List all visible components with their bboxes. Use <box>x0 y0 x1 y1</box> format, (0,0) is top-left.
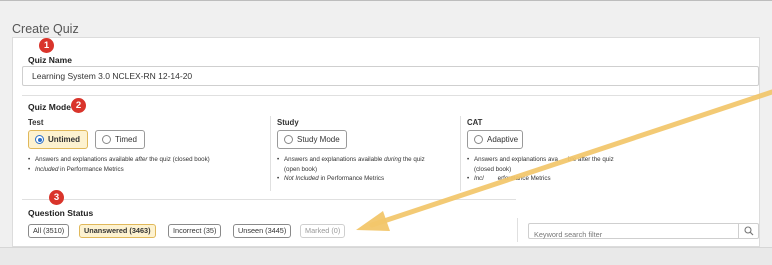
untimed-option[interactable]: Untimed <box>28 130 88 149</box>
timed-option[interactable]: Timed <box>95 130 145 149</box>
filter-all-button[interactable]: All (3510) <box>28 224 70 238</box>
test-mode-notes: Answers and explanations available after… <box>28 155 258 174</box>
list-item: Answers and explanations available after… <box>28 155 258 165</box>
filter-unanswered-button[interactable]: Unanswered (3463) <box>79 224 156 238</box>
radio-icon <box>102 135 111 144</box>
test-column-title: Test <box>28 118 44 127</box>
quiz-mode-label: Quiz Mode <box>28 102 71 112</box>
untimed-option-label: Untimed <box>48 135 80 144</box>
filter-incorrect-button[interactable]: Incorrect (35) <box>168 224 222 238</box>
study-mode-option-label: Study Mode <box>297 135 340 144</box>
study-mode-notes: Answers and explanations available durin… <box>277 155 457 184</box>
step-badge-1: 1 <box>39 38 54 53</box>
radio-selected-icon <box>35 135 44 144</box>
radio-icon <box>474 135 483 144</box>
keyword-search-input[interactable] <box>529 227 734 242</box>
cat-column-title: CAT <box>467 118 483 127</box>
list-item: Inclerformance Metrics <box>467 174 667 184</box>
bottom-panel <box>0 247 772 265</box>
list-item: Answers and explanations avable after th… <box>467 155 667 174</box>
quiz-name-input[interactable]: Learning System 3.0 NCLEX-RN 12-14-20 <box>22 66 759 86</box>
study-mode-option[interactable]: Study Mode <box>277 130 347 149</box>
column-divider <box>460 116 461 191</box>
radio-icon <box>284 135 293 144</box>
step-badge-2: 2 <box>71 98 86 113</box>
column-divider <box>517 218 518 242</box>
step-badge-3: 3 <box>49 190 64 205</box>
filter-unseen-button[interactable]: Unseen (3445) <box>233 224 292 238</box>
list-item: Included in Performance Metrics <box>28 165 258 175</box>
column-divider <box>270 116 271 191</box>
timed-option-label: Timed <box>115 135 137 144</box>
divider <box>22 95 759 96</box>
cat-mode-notes: Answers and explanations avable after th… <box>467 155 667 184</box>
list-item: Answers and explanations available durin… <box>277 155 457 174</box>
adaptive-option[interactable]: Adaptive <box>467 130 523 149</box>
question-status-label: Question Status <box>28 208 94 218</box>
study-column-title: Study <box>277 118 299 127</box>
filter-marked-button[interactable]: Marked (0) <box>300 224 346 238</box>
magnifier-icon <box>743 226 753 236</box>
divider <box>22 199 516 200</box>
page-title: Create Quiz <box>12 22 79 36</box>
quiz-name-label: Quiz Name <box>28 55 72 65</box>
keyword-search-box <box>528 223 759 242</box>
adaptive-option-label: Adaptive <box>487 135 519 144</box>
search-button[interactable] <box>738 224 758 238</box>
list-item: Not Included in Performance Metrics <box>277 174 457 184</box>
